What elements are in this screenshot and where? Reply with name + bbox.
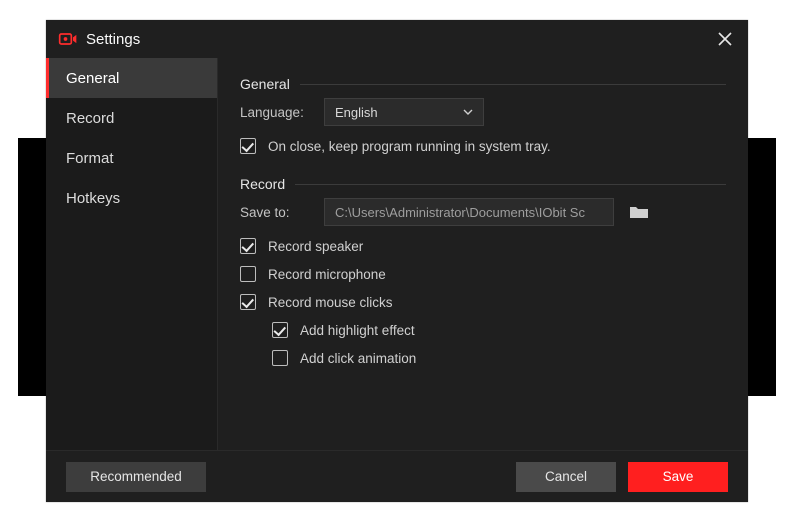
highlight-effect-label: Add highlight effect — [300, 323, 415, 338]
record-mouse-checkbox[interactable] — [240, 294, 256, 310]
divider — [300, 84, 726, 85]
settings-dialog: Settings General Record Format Hotkeys — [46, 20, 748, 502]
button-label: Save — [663, 469, 694, 484]
section-heading: General — [240, 76, 290, 92]
close-icon[interactable] — [714, 28, 736, 50]
row-record-mouse: Record mouse clicks — [240, 294, 726, 310]
record-speaker-label: Record speaker — [268, 239, 363, 254]
record-speaker-checkbox[interactable] — [240, 238, 256, 254]
sidebar-item-general[interactable]: General — [46, 58, 217, 98]
save-to-label: Save to: — [240, 205, 312, 220]
click-animation-label: Add click animation — [300, 351, 416, 366]
row-record-microphone: Record microphone — [240, 266, 726, 282]
sidebar-item-label: General — [66, 70, 119, 87]
click-animation-checkbox[interactable] — [272, 350, 288, 366]
record-mouse-label: Record mouse clicks — [268, 295, 393, 310]
app-icon — [58, 29, 78, 49]
row-keep-running: On close, keep program running in system… — [240, 138, 726, 154]
row-record-speaker: Record speaker — [240, 238, 726, 254]
sidebar-item-label: Record — [66, 110, 114, 127]
sidebar-item-hotkeys[interactable]: Hotkeys — [46, 178, 217, 218]
save-to-input[interactable]: C:\Users\Administrator\Documents\IObit S… — [324, 198, 614, 226]
titlebar: Settings — [46, 20, 748, 58]
recommended-button[interactable]: Recommended — [66, 462, 206, 492]
sidebar-item-format[interactable]: Format — [46, 138, 217, 178]
language-value: English — [335, 105, 378, 120]
content-panel: General Language: English On close, keep… — [218, 58, 748, 450]
dialog-body: General Record Format Hotkeys General La… — [46, 58, 748, 450]
keep-running-checkbox[interactable] — [240, 138, 256, 154]
save-button[interactable]: Save — [628, 462, 728, 492]
highlight-effect-checkbox[interactable] — [272, 322, 288, 338]
keep-running-label: On close, keep program running in system… — [268, 139, 551, 154]
section-heading: Record — [240, 176, 285, 192]
save-to-path: C:\Users\Administrator\Documents\IObit S… — [335, 205, 585, 220]
dialog-title: Settings — [86, 31, 140, 48]
record-microphone-checkbox[interactable] — [240, 266, 256, 282]
language-select[interactable]: English — [324, 98, 484, 126]
divider — [295, 184, 726, 185]
row-language: Language: English — [240, 98, 726, 126]
sidebar-item-label: Format — [66, 150, 114, 167]
language-label: Language: — [240, 105, 312, 120]
browse-folder-button[interactable] — [626, 199, 652, 225]
folder-icon — [629, 204, 649, 220]
section-record-title: Record — [240, 176, 726, 192]
button-label: Recommended — [90, 469, 182, 484]
button-label: Cancel — [545, 469, 587, 484]
cancel-button[interactable]: Cancel — [516, 462, 616, 492]
row-save-to: Save to: C:\Users\Administrator\Document… — [240, 198, 726, 226]
chevron-down-icon — [463, 107, 473, 117]
sidebar-item-record[interactable]: Record — [46, 98, 217, 138]
footer: Recommended Cancel Save — [46, 450, 748, 502]
row-click-animation: Add click animation — [272, 350, 726, 366]
row-highlight-effect: Add highlight effect — [272, 322, 726, 338]
record-microphone-label: Record microphone — [268, 267, 386, 282]
sidebar: General Record Format Hotkeys — [46, 58, 218, 450]
section-general-title: General — [240, 76, 726, 92]
sidebar-item-label: Hotkeys — [66, 190, 120, 207]
